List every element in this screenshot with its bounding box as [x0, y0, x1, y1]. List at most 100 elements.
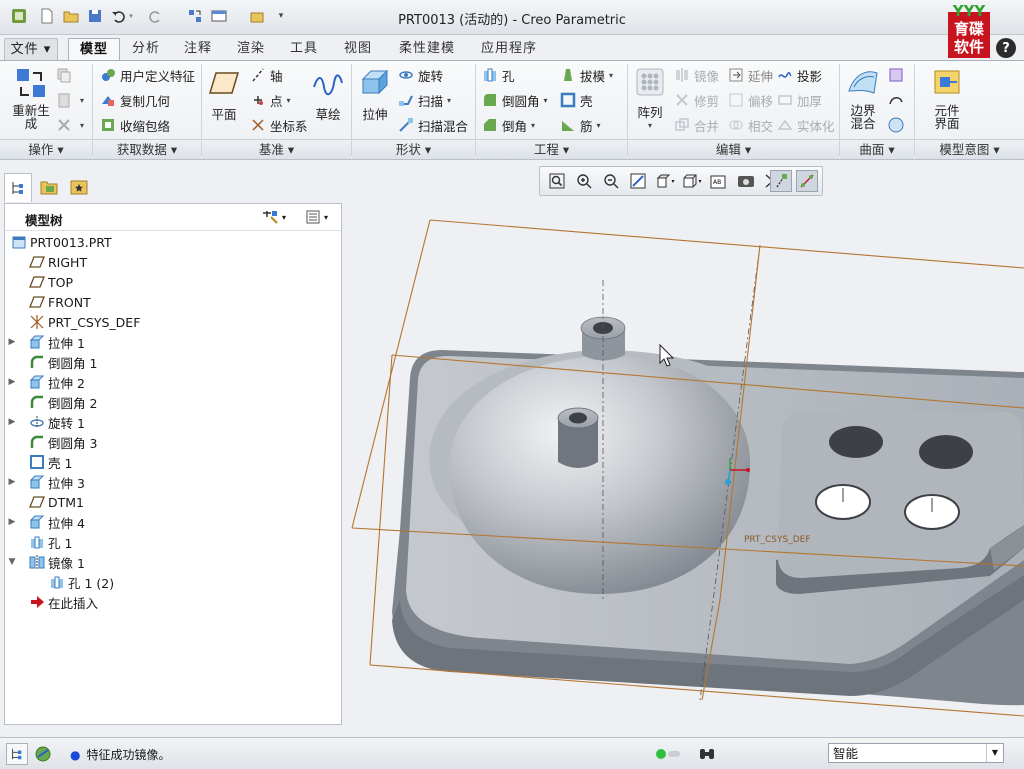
swept-blend-button[interactable]: 扫描混合 [398, 115, 468, 135]
tab-flexible-modeling[interactable]: 柔性建模 [390, 38, 464, 59]
plane-button[interactable]: 平面 [206, 69, 242, 121]
saved-orientations-icon[interactable]: ▾ [681, 170, 703, 192]
collapse-icon[interactable]: ▼ [7, 557, 17, 567]
regen-status-icon[interactable] [654, 743, 684, 765]
perspective-icon[interactable] [735, 170, 757, 192]
pattern-dropdown-icon[interactable]: ▾ [648, 119, 652, 132]
favorites-tab[interactable] [66, 173, 92, 201]
project-button[interactable]: 投影 [777, 65, 822, 85]
tree-item-extrude-4[interactable]: ▶ 拉伸 4 [9, 512, 85, 532]
tree-item-csys[interactable]: PRT_CSYS_DEF [29, 312, 140, 332]
group-datum[interactable]: 基准 ▾ [202, 139, 351, 159]
thicken-button[interactable]: 加厚 [777, 90, 822, 110]
expand-icon[interactable]: ▶ [7, 417, 17, 427]
tree-item-front[interactable]: FRONT [29, 292, 91, 312]
chamfer-button[interactable]: 倒角 ▾ [482, 115, 535, 135]
delete-button[interactable]: ▾ [56, 115, 84, 135]
model-tree-tab[interactable] [4, 173, 32, 202]
solidify-button[interactable]: 实体化 [777, 115, 835, 135]
tab-file[interactable]: 文件 ▾ [4, 38, 58, 61]
shell-button[interactable]: 壳 [560, 90, 593, 110]
expand-icon[interactable]: ▶ [7, 517, 17, 527]
axis-display-icon[interactable] [770, 170, 792, 192]
freestyle-button[interactable] [888, 90, 908, 110]
browser-toggle-icon[interactable] [32, 743, 54, 765]
trim-button[interactable]: 修剪 [674, 90, 719, 110]
tree-item-extrude-2[interactable]: ▶ 拉伸 2 [9, 372, 85, 392]
merge-button[interactable]: 合并 [674, 115, 719, 135]
tree-item-insert-here[interactable]: 在此插入 [29, 592, 98, 612]
sphere-button[interactable] [888, 115, 908, 135]
tab-analysis[interactable]: 分析 [124, 38, 168, 59]
rib-button[interactable]: 筋 ▾ [560, 115, 601, 135]
view-manager-icon[interactable]: AB [708, 170, 730, 192]
sweep-button[interactable]: 扫描 ▾ [398, 90, 451, 110]
tab-tools[interactable]: 工具 [282, 38, 326, 59]
navigator-toggle-icon[interactable] [6, 743, 28, 765]
extend-button[interactable]: 延伸 [728, 65, 773, 85]
copy-button[interactable] [56, 65, 76, 85]
regenerate-button[interactable]: 重新生成 [8, 67, 54, 130]
tab-view[interactable]: 视图 [336, 38, 380, 59]
zoom-in-icon[interactable] [573, 170, 595, 192]
tree-item-round-1[interactable]: 倒圆角 1 [29, 352, 97, 372]
paste-button[interactable]: ▾ [56, 90, 84, 110]
tree-item-round-3[interactable]: 倒圆角 3 [29, 432, 97, 452]
group-surfaces[interactable]: 曲面 ▾ [840, 139, 914, 159]
tree-item-extrude-1[interactable]: ▶ 拉伸 1 [9, 332, 85, 352]
group-model-intent[interactable]: 模型意图 ▾ [915, 139, 1024, 159]
tree-item-root[interactable]: PRT0013.PRT [11, 232, 112, 252]
boundary-blend-button[interactable]: 边界混合 [843, 67, 883, 130]
point-display-icon[interactable] [796, 170, 818, 192]
offset-button[interactable]: 偏移 [728, 90, 773, 110]
point-button[interactable]: 点 ▾ [250, 90, 291, 110]
round-button[interactable]: 倒圆角 ▾ [482, 90, 548, 110]
tree-item-top[interactable]: TOP [29, 272, 73, 292]
tree-item-shell-1[interactable]: 壳 1 [29, 452, 72, 472]
raised-block[interactable] [776, 410, 1024, 594]
expand-icon[interactable]: ▶ [7, 337, 17, 347]
tree-show-button[interactable]: ▾ [305, 209, 328, 225]
repaint-icon[interactable] [627, 170, 649, 192]
pattern-button[interactable]: 阵列 ▾ [632, 67, 668, 132]
group-operations[interactable]: 操作 ▾ [0, 139, 92, 159]
udf-button[interactable]: 用户定义特征 [100, 65, 195, 85]
group-get-data[interactable]: 获取数据 ▾ [93, 139, 201, 159]
tree-item-right[interactable]: RIGHT [29, 252, 87, 272]
intersect-button[interactable]: 相交 [728, 115, 773, 135]
sketch-button[interactable]: 草绘 [310, 69, 346, 121]
display-style-icon[interactable]: ▾ [654, 170, 676, 192]
graphics-canvas[interactable] [344, 196, 1024, 736]
dome[interactable] [448, 355, 751, 594]
tab-annotate[interactable]: 注释 [176, 38, 220, 59]
mirror-button[interactable]: 镜像 [674, 65, 719, 85]
selection-filter-dropdown[interactable]: 智能 ▼ [828, 743, 1004, 763]
tree-item-revolve-1[interactable]: ▶ 旋转 1 [9, 412, 85, 432]
tab-render[interactable]: 渲染 [229, 38, 273, 59]
expand-icon[interactable]: ▶ [7, 477, 17, 487]
zoom-out-icon[interactable] [600, 170, 622, 192]
refit-icon[interactable] [546, 170, 568, 192]
folder-browser-tab[interactable] [36, 173, 62, 201]
group-editing[interactable]: 编辑 ▾ [628, 139, 839, 159]
style-button[interactable] [888, 65, 908, 85]
group-shapes[interactable]: 形状 ▾ [352, 139, 475, 159]
tab-model[interactable]: 模型 [68, 38, 120, 62]
shrinkwrap-button[interactable]: 收缩包络 [100, 115, 170, 135]
tree-item-mirror-1[interactable]: ▼ 镜像 1 [9, 552, 85, 572]
tree-item-round-2[interactable]: 倒圆角 2 [29, 392, 97, 412]
tree-item-extrude-3[interactable]: ▶ 拉伸 3 [9, 472, 85, 492]
expand-icon[interactable]: ▶ [7, 377, 17, 387]
find-icon[interactable] [696, 743, 718, 765]
csys-button[interactable]: 坐标系 [250, 115, 308, 135]
tree-settings-button[interactable]: ▾ [261, 209, 286, 225]
revolve-button[interactable]: 旋转 [398, 65, 443, 85]
tree-item-dtm1[interactable]: DTM1 [29, 492, 84, 512]
axis-button[interactable]: 轴 [250, 65, 283, 85]
extrude-button[interactable]: 拉伸 [356, 67, 394, 121]
tree-item-hole-1[interactable]: 孔 1 [29, 532, 72, 552]
mid-boss[interactable] [557, 407, 599, 468]
hole-button[interactable]: 孔 [482, 65, 515, 85]
component-interface-button[interactable]: 元件界面 [924, 67, 970, 130]
copy-geometry-button[interactable]: 复制几何 [100, 90, 170, 110]
